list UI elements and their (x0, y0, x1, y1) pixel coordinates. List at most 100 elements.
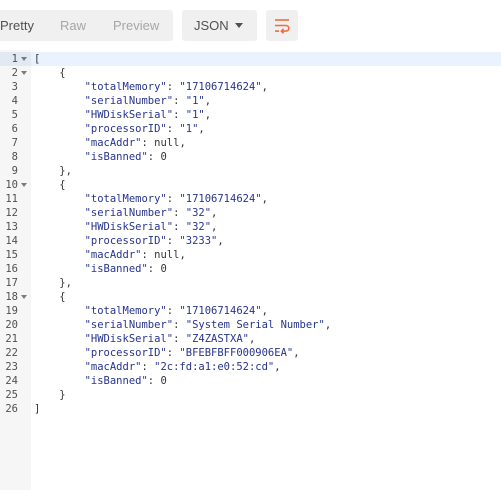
fold-toggle-icon[interactable] (21, 57, 27, 61)
code-text: { (34, 66, 66, 80)
fold-toggle-icon[interactable] (21, 183, 27, 187)
code-line: 7 "macAddr": null, (0, 136, 501, 150)
json-key-token: "HWDiskSerial" (84, 109, 174, 121)
json-punc-token: , (204, 95, 212, 107)
raw-tab[interactable]: Raw (60, 10, 90, 41)
code-line: 25 } (0, 388, 501, 402)
json-punc-token: }, (59, 165, 72, 177)
json-punc-token: , (211, 207, 218, 219)
line-number: 1 (11, 53, 18, 65)
format-dropdown[interactable]: JSON (182, 10, 257, 41)
json-null-token: null (154, 249, 180, 261)
fold-toggle-icon[interactable] (21, 295, 27, 299)
code-text: }, (34, 276, 72, 290)
json-punc-token: } (59, 389, 66, 401)
line-number: 17 (5, 277, 18, 289)
code-line: 6 "processorID": "1", (0, 122, 501, 136)
view-mode-group: Pretty Raw Preview (0, 10, 173, 41)
json-punc-token: , (204, 109, 212, 121)
code-line: 21 "HWDiskSerial": "Z4ZASTXA", (0, 332, 501, 346)
code-text: }, (34, 164, 72, 178)
line-number: 11 (5, 193, 18, 205)
line-number: 15 (5, 249, 18, 261)
pretty-tab[interactable]: Pretty (0, 10, 40, 41)
json-key-token: "macAddr" (84, 137, 142, 149)
code-text: "processorID": "BFEBFBFF000906EA", (34, 346, 300, 360)
json-punc-token: , (274, 361, 281, 373)
json-str-token: "32" (185, 221, 212, 233)
fold-toggle-icon[interactable] (21, 71, 27, 75)
json-punc-token: { (59, 291, 66, 303)
code-text: "processorID": "1", (34, 122, 205, 136)
code-editor[interactable]: 1[2 {3 "totalMemory": "17106714624", 4 "s… (0, 50, 501, 490)
code-line: 22 "processorID": "BFEBFBFF000906EA", (0, 346, 501, 360)
json-str-token: "17106714624" (179, 81, 262, 93)
json-key-token: "totalMemory" (84, 305, 167, 317)
json-punc-token: : (173, 109, 186, 121)
json-str-token: "17106714624" (179, 305, 262, 317)
json-punc-token: : (173, 221, 186, 233)
line-number: 16 (5, 263, 18, 275)
code-line: 26] (0, 402, 501, 416)
json-key-token: "totalMemory" (84, 193, 167, 205)
response-body-viewer: Pretty Raw Preview JSON 1[2 {3 "totalMem… (0, 0, 501, 490)
json-punc-token: : (166, 235, 180, 247)
json-punc-token: , (198, 123, 205, 135)
code-text: "serialNumber": "1", (34, 94, 211, 108)
format-dropdown-label: JSON (194, 18, 229, 33)
code-line: 23 "macAddr": "2c:fd:a1:e0:52:cd", (0, 360, 501, 374)
json-str-token: "Z4ZASTXA" (185, 333, 249, 345)
code-text: "macAddr": "2c:fd:a1:e0:52:cd", (34, 360, 281, 374)
line-number: 9 (11, 165, 18, 177)
json-punc-token: : (147, 263, 161, 275)
code-line: 14 "processorID": "3233", (0, 234, 501, 248)
line-number: 19 (5, 305, 18, 317)
json-str-token: "17106714624" (179, 193, 262, 205)
line-number: 25 (5, 389, 18, 401)
code-line: 3 "totalMemory": "17106714624", (0, 80, 501, 94)
code-text: "HWDiskSerial": "1", (34, 108, 211, 122)
json-punc-token: { (59, 67, 66, 79)
code-line: 19 "totalMemory": "17106714624", (0, 304, 501, 318)
code-line: 20 "serialNumber": "System Serial Number… (0, 318, 501, 332)
code-text: "HWDiskSerial": "Z4ZASTXA", (34, 332, 256, 346)
json-key-token: "totalMemory" (84, 81, 167, 93)
code-line: 1[ (0, 52, 501, 66)
json-punc-token: , (261, 193, 268, 205)
json-punc-token: , (179, 137, 186, 149)
json-num-token: 0 (160, 151, 167, 163)
json-str-token: "1" (185, 109, 205, 121)
code-line: 18 { (0, 290, 501, 304)
code-line: 17 }, (0, 276, 501, 290)
line-number: 23 (5, 361, 18, 373)
wrap-line-button[interactable] (266, 10, 298, 41)
json-punc-token: ] (34, 403, 41, 415)
json-key-token: "processorID" (84, 123, 167, 135)
json-punc-token: , (261, 81, 268, 93)
code-lines: 1[2 {3 "totalMemory": "17106714624", 4 "s… (0, 52, 501, 416)
code-line: 5 "HWDiskSerial": "1", (0, 108, 501, 122)
json-punc-token: : (173, 319, 186, 331)
json-punc-token: : (166, 305, 180, 317)
json-punc-token: : (166, 347, 180, 359)
code-text: "totalMemory": "17106714624", (34, 80, 268, 94)
json-str-token: "1" (185, 95, 205, 107)
json-punc-token: , (261, 305, 268, 317)
json-key-token: "processorID" (84, 235, 167, 247)
code-text: "HWDiskSerial": "32", (34, 220, 218, 234)
json-str-token: "2c:fd:a1:e0:52:cd" (154, 361, 275, 373)
code-line: 2 { (0, 66, 501, 80)
json-key-token: "macAddr" (84, 361, 142, 373)
line-number: 26 (5, 403, 18, 415)
json-key-token: "isBanned" (84, 263, 148, 275)
json-key-token: "HWDiskSerial" (84, 333, 174, 345)
code-line: 24 "isBanned": 0 (0, 374, 501, 388)
preview-tab[interactable]: Preview (113, 10, 163, 41)
json-key-token: "macAddr" (84, 249, 142, 261)
json-punc-token: : (166, 123, 180, 135)
json-null-token: null (154, 137, 180, 149)
json-str-token: "System Serial Number" (185, 319, 325, 331)
json-punc-token: : (166, 193, 180, 205)
code-text: { (34, 178, 65, 192)
line-number: 10 (5, 179, 18, 191)
